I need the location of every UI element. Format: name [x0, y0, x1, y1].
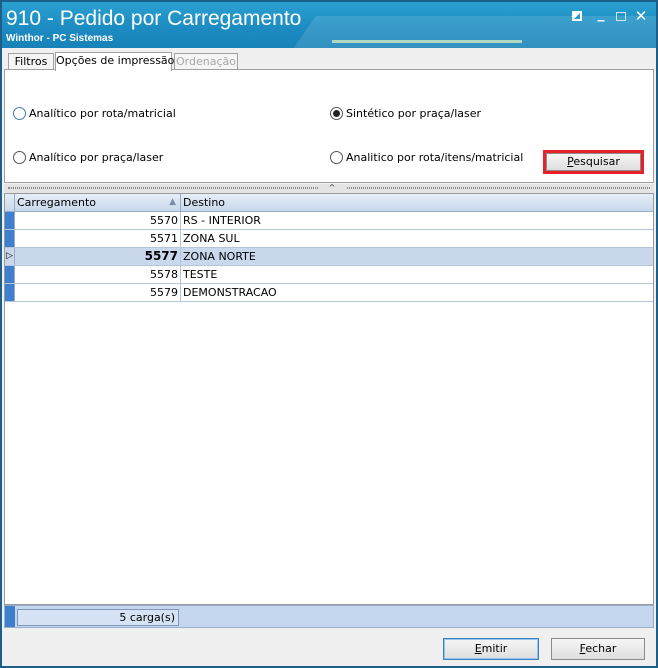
- maximize-icon[interactable]: [612, 7, 630, 25]
- cell-destino: ZONA NORTE: [183, 250, 256, 263]
- cell-carregamento: 5571: [15, 230, 181, 247]
- cell-carregamento: 5577: [15, 248, 181, 265]
- radio-analitico-rota-itens-matricial[interactable]: Analitico por rota/itens/matricial: [330, 151, 523, 164]
- row-indicator: [5, 266, 15, 283]
- radio-circle: [13, 151, 26, 164]
- radio-label: Analitico por rota/itens/matricial: [346, 151, 524, 164]
- title-bar[interactable]: 910 - Pedido por Carregamento Winthor - …: [2, 2, 656, 48]
- cell-destino: RS - INTERIOR: [183, 214, 261, 227]
- table-row-focused[interactable]: ▷ 5577 ZONA NORTE: [5, 248, 653, 266]
- tab-opcoes-impressao[interactable]: Opções de impressão: [55, 52, 174, 71]
- emitir-button[interactable]: Emitir: [443, 638, 539, 660]
- column-header-destino[interactable]: Destino: [181, 194, 653, 212]
- cell-carregamento: 5579: [15, 284, 181, 301]
- header-indicator: [5, 194, 15, 212]
- radio-circle: [330, 151, 343, 164]
- help-icon[interactable]: [568, 7, 586, 25]
- cell-carregamento: 5578: [15, 266, 181, 283]
- carregamento-grid: Carregamento ▲ Destino 5570 RS - INTERIO…: [4, 193, 654, 605]
- row-focus-icon: ▷: [5, 248, 15, 265]
- window-title: 910 - Pedido por Carregamento: [6, 7, 302, 30]
- grid-header: Carregamento ▲ Destino: [5, 194, 653, 212]
- panel-splitter[interactable]: ^: [4, 184, 654, 193]
- radio-analitico-rota-matricial[interactable]: Analítico por rota/matricial: [13, 107, 176, 120]
- cell-destino: DEMONSTRACAO: [183, 286, 277, 299]
- radio-label: Sintético por praça/laser: [346, 107, 482, 120]
- radio-circle-checked: [330, 107, 343, 120]
- row-indicator: [5, 212, 15, 229]
- grid-summary-footer: 5 carga(s): [4, 605, 654, 628]
- radio-analitico-praca-laser[interactable]: Analítico por praça/laser: [13, 151, 163, 164]
- window-subtitle: Winthor - PC Sistemas: [6, 33, 114, 44]
- row-indicator: [5, 284, 15, 301]
- pesquisar-button[interactable]: Pesquisar: [546, 153, 641, 171]
- table-row[interactable]: 5578 TESTE: [5, 266, 653, 284]
- column-header-carregamento[interactable]: Carregamento ▲: [15, 194, 181, 212]
- chevron-up-icon[interactable]: ^: [318, 184, 346, 192]
- accel-letter: E: [474, 642, 482, 655]
- table-row[interactable]: 5570 RS - INTERIOR: [5, 212, 653, 230]
- sort-ascending-icon: ▲: [169, 197, 176, 207]
- fechar-button[interactable]: Fechar: [551, 638, 645, 660]
- radio-label: Analítico por rota/matricial: [29, 107, 176, 120]
- cell-destino: TESTE: [183, 268, 218, 281]
- cell-destino: ZONA SUL: [183, 232, 240, 245]
- title-bar-accent: [332, 40, 522, 43]
- radio-circle: [13, 107, 26, 120]
- table-row[interactable]: 5571 ZONA SUL: [5, 230, 653, 248]
- summary-count: 5 carga(s): [17, 609, 179, 626]
- button-label: echar: [585, 642, 617, 655]
- button-label: esquisar: [573, 155, 620, 168]
- summary-indicator: [5, 606, 15, 627]
- table-row[interactable]: 5579 DEMONSTRACAO: [5, 284, 653, 302]
- close-icon[interactable]: ✕: [632, 7, 650, 25]
- tab-strip: Filtros Opções de impressão Ordenação: [2, 48, 656, 71]
- minimize-icon[interactable]: _: [592, 7, 610, 25]
- row-indicator: [5, 230, 15, 247]
- cell-carregamento: 5570: [15, 212, 181, 229]
- app-window: 910 - Pedido por Carregamento Winthor - …: [0, 0, 658, 668]
- column-title: Carregamento: [17, 196, 97, 209]
- radio-label: Analítico por praça/laser: [29, 151, 164, 164]
- button-label: mitir: [481, 642, 508, 655]
- radio-sintetico-praca-laser[interactable]: Sintético por praça/laser: [330, 107, 481, 120]
